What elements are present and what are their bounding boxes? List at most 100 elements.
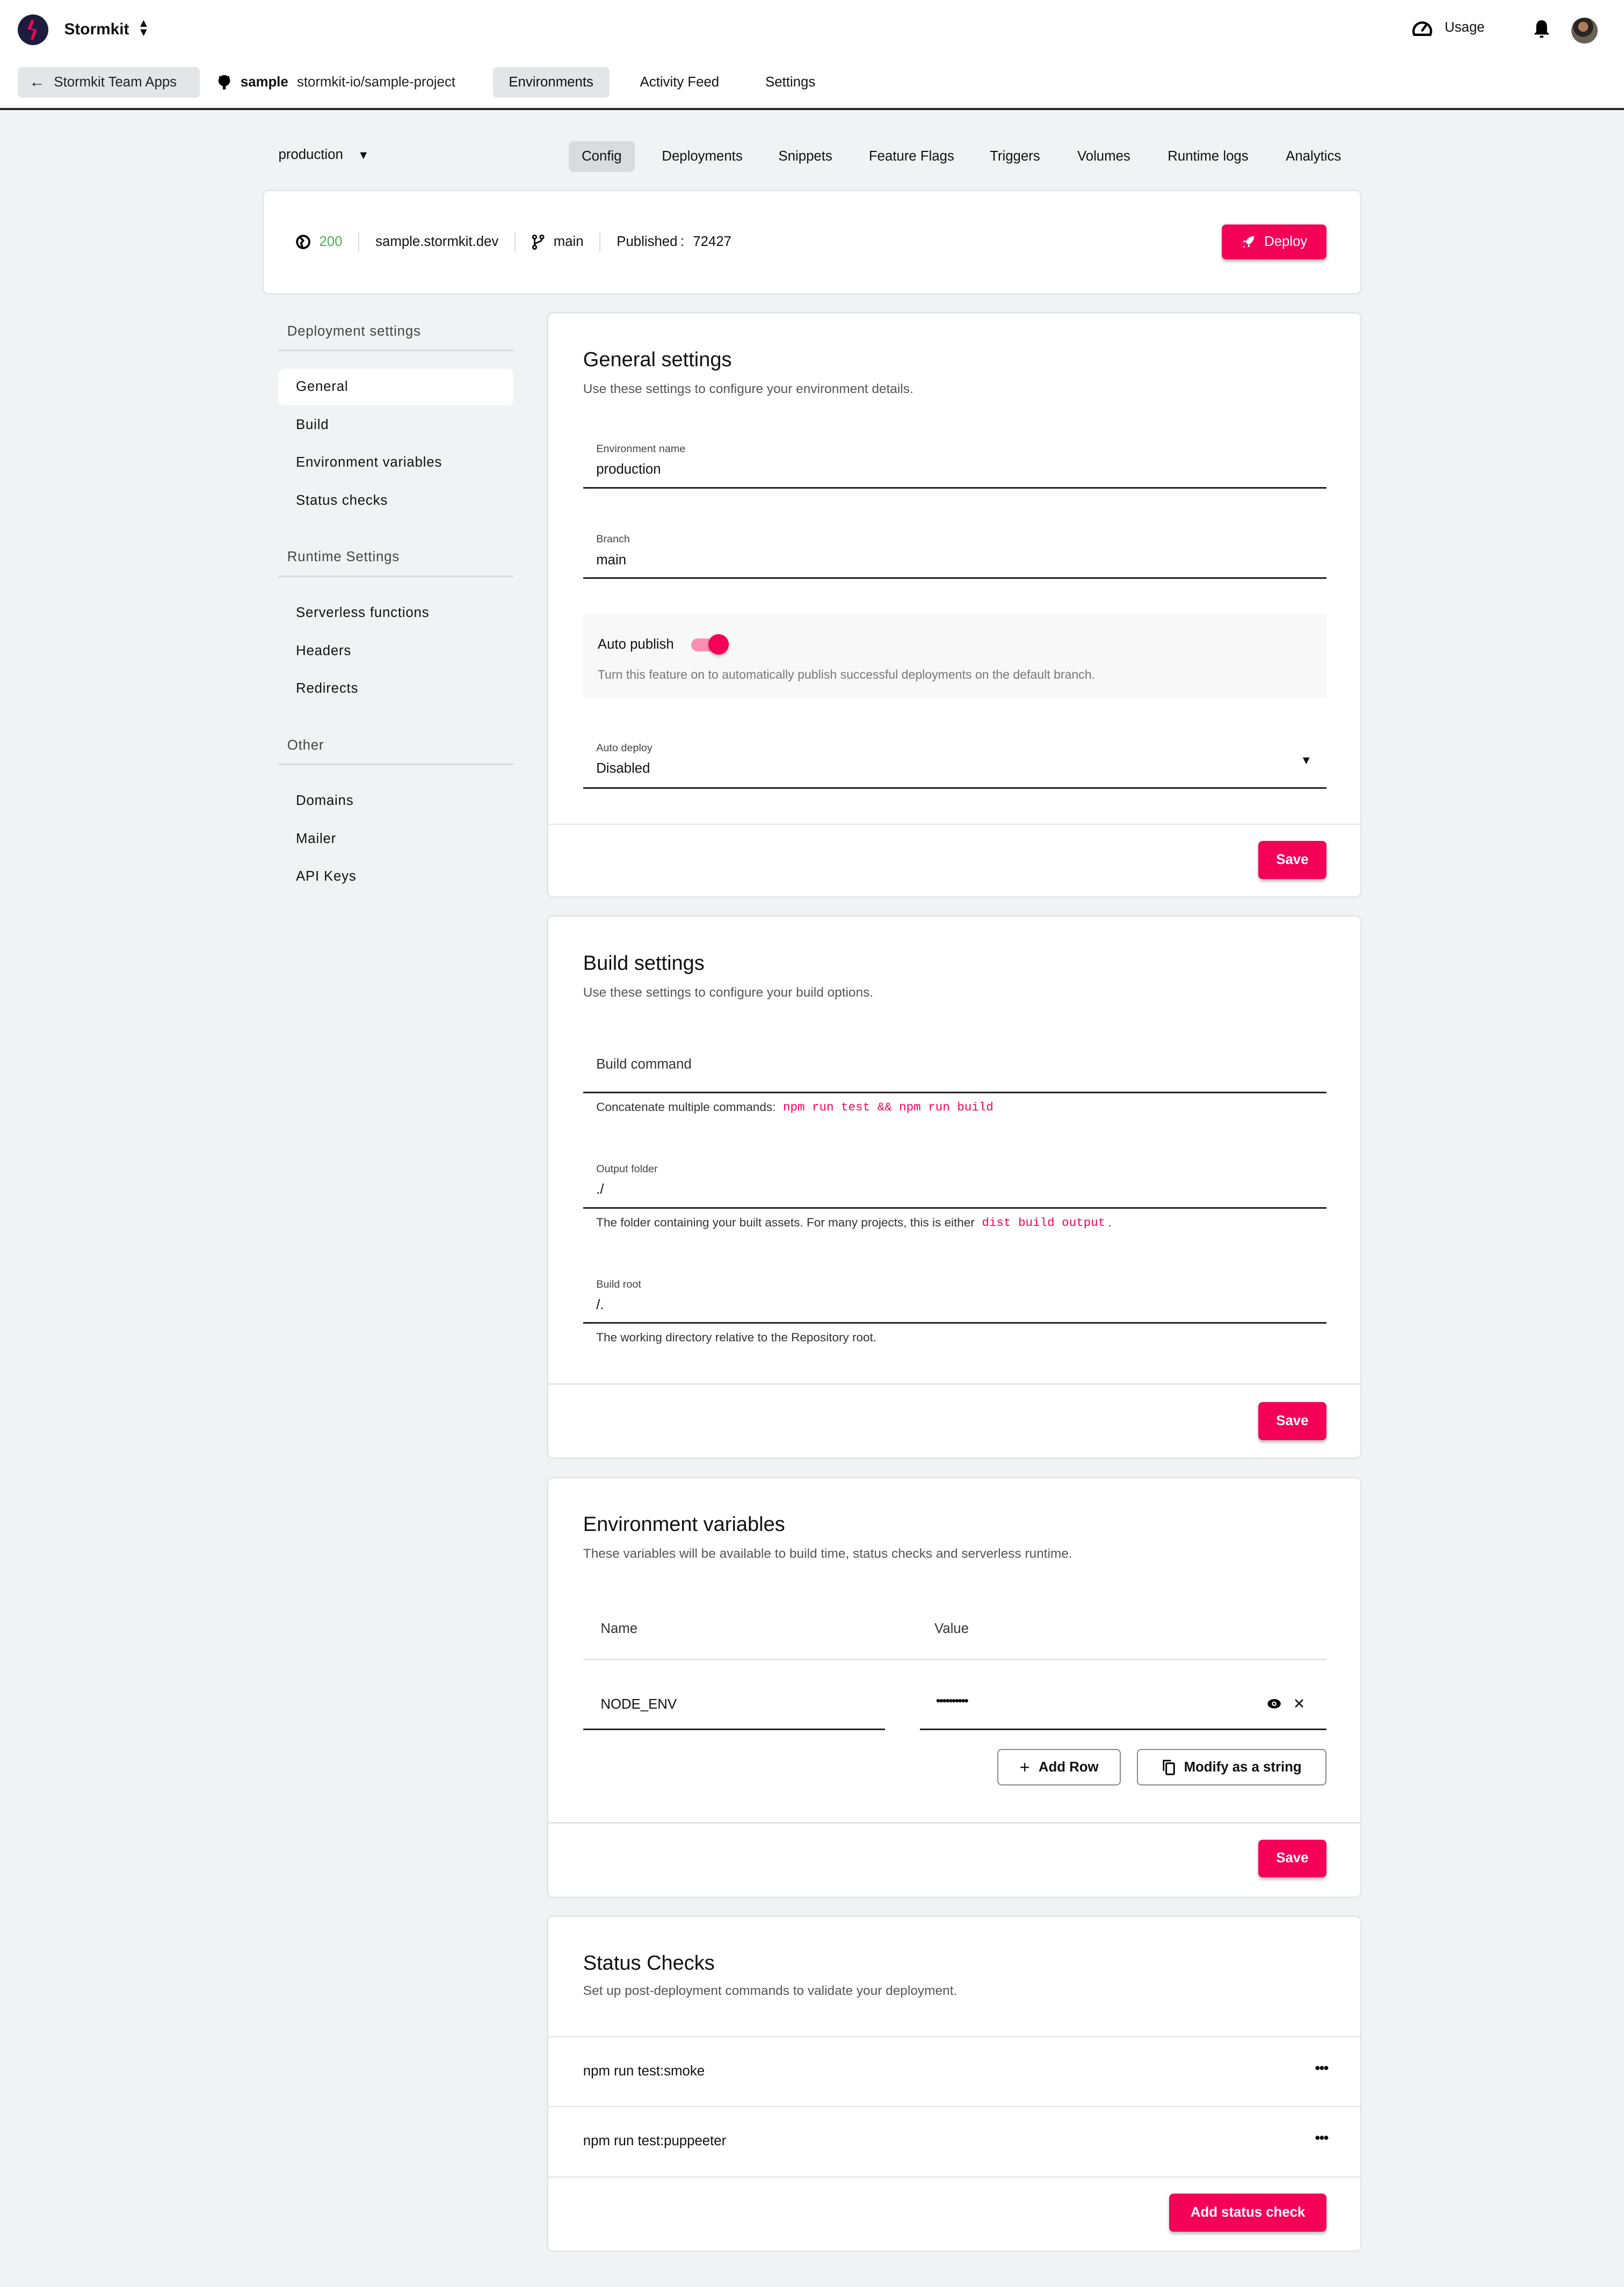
status-check-command: npm run test:smoke bbox=[583, 2064, 705, 2079]
tab-settings[interactable]: Settings bbox=[749, 67, 831, 98]
caret-down-icon: ▼ bbox=[1300, 753, 1313, 767]
table-header-divider bbox=[583, 1659, 1327, 1660]
bell-icon[interactable] bbox=[1532, 19, 1551, 39]
tab-label: Runtime logs bbox=[1168, 149, 1249, 164]
published-info[interactable]: Published: 72427 bbox=[599, 231, 747, 252]
sidebar-item-label: Mailer bbox=[296, 831, 337, 846]
usage-label: Usage bbox=[1445, 20, 1485, 35]
build-settings-card: Build settings Use these settings to con… bbox=[548, 917, 1360, 1458]
deploy-label: Deploy bbox=[1264, 234, 1308, 250]
published-deployment-id: 72427 bbox=[693, 234, 731, 250]
sidebar-item-api-keys[interactable]: API Keys bbox=[278, 859, 513, 895]
sidebar-item-headers[interactable]: Headers bbox=[278, 633, 513, 669]
sidebar-divider bbox=[278, 576, 513, 577]
status-check-row[interactable]: npm run test:smoke ••• bbox=[548, 2036, 1360, 2106]
save-env-vars-button[interactable]: Save bbox=[1258, 1839, 1327, 1878]
general-settings-card: General settings Use these settings to c… bbox=[548, 313, 1360, 897]
status-check-row[interactable]: npm run test:puppeeter ••• bbox=[548, 2106, 1360, 2176]
environment-name-input[interactable]: Environment name production bbox=[583, 436, 1327, 489]
stormkit-logo[interactable] bbox=[17, 14, 48, 46]
domain-link[interactable]: sample.stormkit.dev bbox=[358, 231, 514, 252]
card-divider bbox=[548, 1822, 1360, 1824]
output-folder-input[interactable]: Output folder ./ bbox=[583, 1156, 1327, 1209]
add-status-check-label: Add status check bbox=[1190, 2205, 1306, 2220]
add-status-check-button[interactable]: Add status check bbox=[1169, 2194, 1327, 2232]
tab-label: Deployments bbox=[662, 149, 743, 164]
output-folder-helper: The folder containing your built assets.… bbox=[596, 1216, 1112, 1230]
eye-icon[interactable] bbox=[1267, 1698, 1281, 1710]
more-options-icon[interactable]: ••• bbox=[1315, 2059, 1329, 2077]
env-var-name: NODE_ENV bbox=[600, 1696, 677, 1712]
environment-variables-card: Environment variables These variables wi… bbox=[548, 1478, 1360, 1897]
deploy-button[interactable]: Deploy bbox=[1221, 224, 1327, 260]
env-var-name-input[interactable]: NODE_ENV bbox=[583, 1682, 885, 1731]
team-name: Stormkit bbox=[64, 20, 129, 38]
tab-deployments[interactable]: Deployments bbox=[649, 141, 756, 172]
team-switcher-icon[interactable]: ▲ ▼ bbox=[137, 17, 150, 38]
sidebar-item-environment-variables[interactable]: Environment variables bbox=[278, 445, 513, 481]
globe-icon bbox=[296, 235, 310, 249]
status-code: 200 bbox=[296, 232, 358, 252]
section-description: Use these settings to configure your bui… bbox=[583, 985, 874, 1000]
more-options-icon[interactable]: ••• bbox=[1315, 2129, 1329, 2146]
build-command-input[interactable]: Build command bbox=[583, 1039, 1327, 1094]
tab-triggers[interactable]: Triggers bbox=[977, 141, 1053, 172]
tab-label: Settings bbox=[765, 74, 816, 90]
tab-label: Volumes bbox=[1077, 149, 1130, 164]
tab-label: Snippets bbox=[778, 149, 832, 164]
add-row-button[interactable]: + Add Row bbox=[997, 1749, 1121, 1786]
sidebar-item-build[interactable]: Build bbox=[278, 406, 513, 443]
tab-feature-flags[interactable]: Feature Flags bbox=[856, 141, 967, 172]
section-description: Use these settings to configure your env… bbox=[583, 382, 914, 397]
user-avatar[interactable] bbox=[1571, 17, 1598, 44]
sidebar-divider bbox=[278, 350, 513, 352]
save-general-button[interactable]: Save bbox=[1258, 841, 1327, 879]
environment-selector[interactable]: production ▼ bbox=[278, 147, 369, 163]
save-label: Save bbox=[1276, 1850, 1309, 1866]
field-value: Disabled bbox=[596, 760, 650, 776]
card-divider bbox=[548, 1383, 1360, 1385]
sidebar-item-domains[interactable]: Domains bbox=[278, 783, 513, 819]
sidebar-item-label: General bbox=[296, 379, 349, 395]
field-label: Environment name bbox=[596, 443, 686, 455]
app-repo-info: sample stormkit-io/sample-project bbox=[217, 74, 455, 90]
environment-selected: production bbox=[278, 147, 343, 163]
sidebar-group-title: Deployment settings bbox=[287, 323, 421, 339]
sidebar-item-label: Redirects bbox=[296, 681, 359, 696]
field-label: Auto deploy bbox=[596, 742, 653, 754]
branch-input[interactable]: Branch main bbox=[583, 526, 1327, 579]
tab-volumes[interactable]: Volumes bbox=[1064, 141, 1144, 172]
code-example: build bbox=[1018, 1215, 1055, 1230]
auto-publish-toggle[interactable] bbox=[691, 634, 729, 655]
sidebar-item-status-checks[interactable]: Status checks bbox=[278, 482, 513, 519]
tab-snippets[interactable]: Snippets bbox=[765, 141, 845, 172]
section-title: Environment variables bbox=[583, 1513, 785, 1536]
back-to-team-apps-button[interactable]: ← Stormkit Team Apps bbox=[17, 67, 200, 98]
usage-link[interactable]: Usage bbox=[1411, 19, 1485, 37]
field-value: ./ bbox=[596, 1182, 604, 1197]
domain-label: sample.stormkit.dev bbox=[375, 234, 499, 250]
sidebar-item-redirects[interactable]: Redirects bbox=[278, 671, 513, 707]
sidebar-item-general[interactable]: General bbox=[278, 368, 513, 405]
repo-name[interactable]: stormkit-io/sample-project bbox=[297, 75, 455, 90]
sidebar-item-serverless-functions[interactable]: Serverless functions bbox=[278, 595, 513, 631]
top-bar: Stormkit ▲▼ Usage ← Stormkit Team Apps bbox=[0, 0, 1624, 110]
tab-activity-feed[interactable]: Activity Feed bbox=[624, 67, 735, 98]
tab-runtime-logs[interactable]: Runtime logs bbox=[1155, 141, 1262, 172]
card-divider bbox=[548, 823, 1360, 825]
tab-label: Feature Flags bbox=[868, 149, 954, 164]
tab-analytics[interactable]: Analytics bbox=[1273, 141, 1354, 172]
code-example: npm run test && npm run build bbox=[782, 1100, 994, 1115]
build-command-helper: Concatenate multiple commands: npm run t… bbox=[596, 1100, 994, 1114]
auto-deploy-select[interactable]: Auto deploy Disabled ▼ bbox=[583, 735, 1327, 789]
build-root-input[interactable]: Build root /. bbox=[583, 1271, 1327, 1324]
sidebar-item-mailer[interactable]: Mailer bbox=[278, 821, 513, 857]
tab-config[interactable]: Config bbox=[568, 141, 635, 172]
save-build-button[interactable]: Save bbox=[1258, 1402, 1327, 1440]
remove-row-icon[interactable]: ✕ bbox=[1293, 1695, 1306, 1712]
sidebar-divider bbox=[278, 764, 513, 766]
modify-as-string-button[interactable]: Modify as a string bbox=[1137, 1749, 1327, 1786]
column-header-name: Name bbox=[600, 1621, 638, 1636]
env-var-value-input[interactable]: •••••••••• ✕ bbox=[919, 1682, 1327, 1731]
tab-environments[interactable]: Environments bbox=[492, 67, 610, 98]
